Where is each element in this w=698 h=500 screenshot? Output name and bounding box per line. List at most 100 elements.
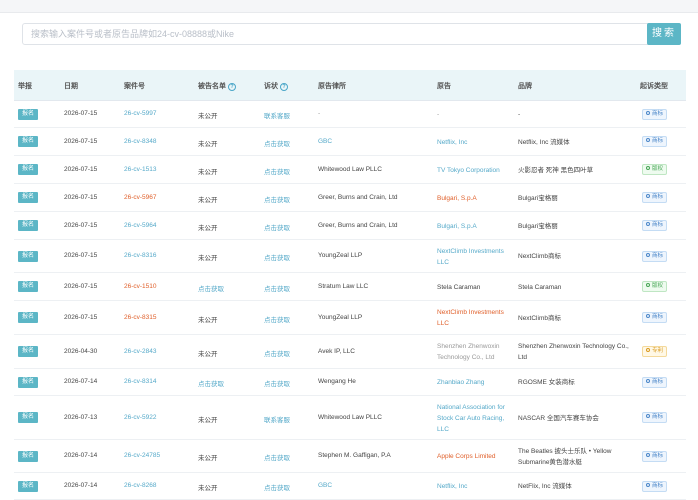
report-button[interactable]: 报名 [18, 450, 38, 462]
defendant-list-cell[interactable]: 点击获取 [198, 378, 224, 388]
complaint-link[interactable]: 联系客服 [264, 414, 290, 424]
law-firm-cell: Avek IP, LLC [318, 347, 355, 355]
header-brand: 品牌 [518, 83, 532, 90]
header-defendant-list-label: 被告名单 [198, 83, 226, 90]
brand-cell: NetFlix, Inc 流媒体 [518, 483, 572, 490]
plaintiff-cell[interactable]: Bulgari, S.p.A [437, 193, 509, 204]
report-button[interactable]: 报名 [18, 164, 38, 175]
plaintiff-cell[interactable]: Bulgari, S.p.A [437, 221, 509, 232]
case-number-link[interactable]: 26-cv-8315 [124, 314, 157, 321]
report-button[interactable]: 报名 [18, 312, 38, 323]
case-number-link[interactable]: 26-cv-1510 [124, 283, 157, 290]
report-button[interactable]: 报名 [18, 281, 38, 292]
top-bar [0, 0, 698, 13]
law-firm-cell: Whitewood Law PLLC [318, 165, 382, 173]
complaint-link[interactable]: 联系客服 [264, 110, 290, 120]
report-button[interactable]: 报名 [18, 376, 38, 388]
header-action: 举报 [18, 83, 32, 90]
complaint-link[interactable]: 点击获取 [264, 452, 290, 462]
date-cell: 2026-07-14 [64, 378, 98, 385]
type-label: 商标 [652, 138, 664, 144]
case-number-link[interactable]: 26-cv-5967 [124, 194, 157, 201]
law-firm-cell[interactable]: GBC [318, 138, 332, 145]
defendant-list-cell: 未公开 [198, 255, 218, 262]
help-icon[interactable]: ? [280, 83, 288, 91]
defendant-list-cell: 未公开 [198, 168, 218, 176]
defendant-list-cell: 未公开 [198, 416, 218, 424]
type-badge: 专利 [642, 346, 668, 357]
header-plaintiff: 原告 [437, 83, 451, 90]
plaintiff-cell: Stela Caraman [437, 283, 481, 291]
complaint-link[interactable]: 点击获取 [264, 166, 290, 176]
help-icon[interactable]: ? [228, 83, 236, 91]
type-label: 商标 [652, 222, 664, 228]
report-button[interactable]: 报名 [18, 192, 38, 203]
search-button[interactable]: 搜索 [647, 23, 681, 45]
plaintiff-cell[interactable]: Netflix, Inc [437, 481, 509, 492]
report-button[interactable]: 报名 [18, 250, 38, 262]
table-body: 报名 2026-07-15 26-cv-5997 未公开 联系客服 - - - 商标 报名 2026… [14, 101, 686, 500]
type-badge: 商标 [642, 376, 668, 388]
table-row: 报名 2026-07-13 26-cv-5922 未公开 联系客服 Whitewood L… [14, 396, 686, 440]
status-dot-icon [646, 378, 650, 383]
complaint-link[interactable]: 点击获取 [264, 138, 290, 148]
table-header: 举报 日期 案件号 被告名单? 诉状? 原告律所 原告 品牌 起诉类型 [14, 70, 686, 101]
search-input[interactable] [22, 23, 652, 45]
brand-cell: RGOSME 女装商标 [518, 379, 575, 386]
header-defendant-list: 被告名单? [198, 81, 236, 91]
header-law-firm: 原告律所 [318, 83, 346, 90]
complaint-link[interactable]: 点击获取 [264, 252, 290, 262]
table-row: 报名 2026-07-15 26-cv-1510 点击获取 点击获取 Stratum La… [14, 273, 686, 301]
report-button[interactable]: 报名 [18, 480, 38, 492]
case-number-link[interactable]: 26-cv-24785 [124, 452, 160, 459]
case-number-link[interactable]: 26-cv-2843 [124, 348, 157, 355]
brand-cell: Shenzhen Zhenwoxin Technology Co., Ltd [518, 343, 629, 361]
brand-cell: NextClimb商标 [518, 314, 561, 322]
case-number-link[interactable]: 26-cv-1513 [124, 166, 157, 173]
status-dot-icon [646, 138, 650, 142]
plaintiff-cell[interactable]: TV Tokyo Corporation [437, 165, 509, 176]
case-number-link[interactable]: 26-cv-8314 [124, 378, 157, 385]
report-button[interactable]: 报名 [18, 136, 38, 147]
law-firm-cell: - [318, 110, 321, 117]
plaintiff-cell[interactable]: Zhanbiao Zhang [437, 377, 509, 388]
date-cell: 2026-07-15 [64, 110, 98, 117]
date-cell: 2026-07-13 [64, 413, 98, 421]
report-button[interactable]: 报名 [18, 108, 38, 120]
complaint-link[interactable]: 点击获取 [264, 283, 290, 293]
report-button[interactable]: 报名 [18, 220, 38, 231]
complaint-link[interactable]: 点击获取 [264, 194, 290, 204]
case-number-link[interactable]: 26-cv-5964 [124, 222, 157, 229]
plaintiff-cell[interactable]: NextClimb Investments LLC [437, 246, 509, 268]
complaint-link[interactable]: 点击获取 [264, 314, 290, 324]
complaint-link[interactable]: 点击获取 [264, 222, 290, 232]
defendant-list-cell[interactable]: 点击获取 [198, 283, 224, 293]
case-number-link[interactable]: 26-cv-5922 [124, 414, 157, 421]
law-firm-cell: YoungZeal LLP [318, 313, 363, 321]
brand-cell: 火影忍者 死神 黑色四叶草 [518, 166, 594, 174]
complaint-link[interactable]: 点击获取 [264, 378, 290, 388]
date-cell: 2026-07-15 [64, 282, 98, 290]
header-date: 日期 [64, 83, 78, 90]
complaint-link[interactable]: 点击获取 [264, 348, 290, 358]
case-number-link[interactable]: 26-cv-8316 [124, 252, 157, 259]
plaintiff-cell[interactable]: National Association for Stock Car Auto … [437, 402, 509, 435]
plaintiff-cell[interactable]: NextClimb Investments LLC [437, 307, 509, 329]
status-dot-icon [646, 482, 650, 487]
report-button[interactable]: 报名 [18, 412, 38, 423]
case-number-link[interactable]: 26-cv-8268 [124, 482, 157, 489]
table-row: 报名 2026-07-15 26-cv-5967 未公开 点击获取 Greer, Burn… [14, 184, 686, 212]
case-table: 举报 日期 案件号 被告名单? 诉状? 原告律所 原告 品牌 起诉类型 报名 20… [14, 70, 686, 500]
case-number-link[interactable]: 26-cv-5997 [124, 110, 157, 117]
report-button[interactable]: 报名 [18, 346, 38, 357]
case-number-link[interactable]: 26-cv-8348 [124, 138, 157, 145]
status-dot-icon [646, 452, 650, 457]
date-cell: 2026-07-15 [64, 221, 98, 229]
plaintiff-cell[interactable]: Apple Corps Limited [437, 451, 509, 462]
type-badge: 商标 [642, 480, 668, 492]
type-label: 商标 [652, 194, 664, 200]
law-firm-cell[interactable]: GBC [318, 482, 332, 489]
plaintiff-cell[interactable]: Netflix, Inc [437, 137, 509, 148]
complaint-link[interactable]: 点击获取 [264, 482, 290, 492]
header-complaint: 诉状? [264, 81, 288, 91]
